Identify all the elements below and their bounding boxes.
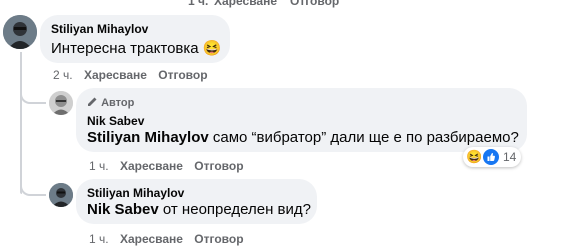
comment-author[interactable]: Nik Sabev (87, 114, 144, 128)
avatar[interactable] (3, 15, 37, 49)
reactions-count: 14 (503, 150, 517, 164)
comment-text: Nik Sabev от неопределен вид? (87, 201, 311, 218)
comment-actions: 2 ч. Харесване Отговор (53, 68, 208, 82)
pencil-icon (88, 97, 97, 106)
haha-reaction-icon: 😆 (466, 149, 483, 164)
profile-photo-icon (49, 91, 73, 115)
comment-text-body: от неопределен вид? (158, 201, 311, 218)
like-button[interactable]: Харесване (120, 159, 183, 173)
reactions-summary[interactable]: 😆 14 (463, 147, 521, 167)
comment-actions: 1 ч. Харесване Отговор (89, 232, 244, 246)
like-button[interactable]: Харесване (84, 68, 147, 82)
thread-line (20, 52, 22, 194)
comment-text-body: само “вибратор” дали ще е по разбираемо? (208, 129, 519, 146)
previous-like-button[interactable]: Харесване (214, 0, 277, 8)
comment-bubble: Автор Nik Sabev Stiliyan Mihaylov само “… (76, 88, 527, 152)
profile-photo-icon (3, 15, 37, 49)
mention-link[interactable]: Stiliyan Mihaylov (87, 129, 209, 146)
comment-time[interactable]: 1 ч. (89, 159, 109, 173)
comment-author[interactable]: Stiliyan Mihaylov (87, 186, 184, 200)
comment-bubble: Stiliyan Mihaylov Интересна трактовка 😆 (40, 15, 230, 63)
comment-actions: 1 ч. Харесване Отговор (89, 159, 244, 173)
previous-comment-actions: 1 ч. Харесване Отговор (0, 0, 578, 8)
comment-bubble: Stiliyan Mihaylov Nik Sabev от неопредел… (76, 179, 317, 224)
comment-text: Интересна трактовка 😆 (51, 39, 221, 57)
comment-time[interactable]: 1 ч. (89, 232, 109, 246)
laughing-emoji-icon: 😆 (202, 40, 222, 57)
reply-button[interactable]: Отговор (158, 68, 207, 82)
like-reaction-icon (483, 149, 499, 165)
avatar[interactable] (49, 183, 73, 207)
comment-time[interactable]: 2 ч. (53, 68, 73, 82)
author-badge: Автор (87, 96, 134, 109)
thread-branch (20, 94, 46, 104)
reply-button[interactable]: Отговор (194, 159, 243, 173)
profile-photo-icon (49, 183, 73, 207)
comment-author[interactable]: Stiliyan Mihaylov (51, 22, 148, 36)
avatar[interactable] (49, 91, 73, 115)
previous-time: 1 ч. (188, 0, 209, 8)
like-button[interactable]: Харесване (120, 232, 183, 246)
comment-text-body: Интересна трактовка (51, 40, 199, 57)
thread-branch (20, 186, 46, 196)
author-badge-label: Автор (101, 97, 135, 109)
previous-reply-button[interactable]: Отговор (290, 0, 339, 8)
mention-link[interactable]: Nik Sabev (87, 201, 159, 218)
comment-text: Stiliyan Mihaylov само “вибратор” дали щ… (87, 129, 519, 146)
reply-button[interactable]: Отговор (194, 232, 243, 246)
